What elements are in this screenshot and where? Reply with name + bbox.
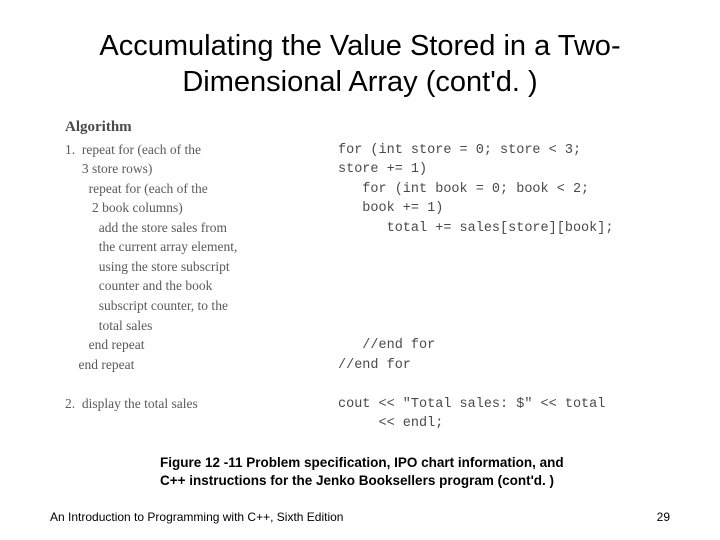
figure-caption: Figure 12 -11 Problem specification, IPO… <box>50 454 670 490</box>
page-number: 29 <box>657 510 670 524</box>
slide-title: Accumulating the Value Stored in a Two-D… <box>50 28 670 101</box>
slide: Accumulating the Value Stored in a Two-D… <box>0 0 720 540</box>
content-area: Algorithm 1. repeat for (each of the 3 s… <box>50 119 670 434</box>
footer-book-title: An Introduction to Programming with C++,… <box>50 510 343 524</box>
code-column: for (int store = 0; store < 3; store += … <box>338 119 670 434</box>
pseudocode-block: 1. repeat for (each of the 3 store rows)… <box>65 140 320 414</box>
algorithm-column: Algorithm 1. repeat for (each of the 3 s… <box>65 119 320 434</box>
algorithm-heading: Algorithm <box>65 119 320 136</box>
footer: An Introduction to Programming with C++,… <box>50 510 670 524</box>
code-block: for (int store = 0; store < 3; store += … <box>338 141 670 434</box>
